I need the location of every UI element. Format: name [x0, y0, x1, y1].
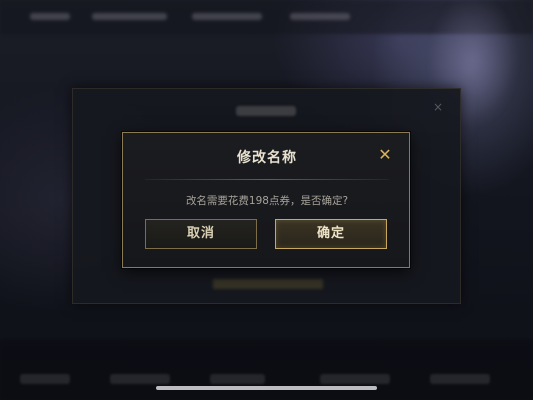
home-indicator[interactable] [156, 386, 377, 390]
dialog-title: 修改名称 [237, 150, 297, 166]
game-screen: × 修改名称 ✕ 改名需要花费198点券，是否确定? 取消 确定 [0, 0, 533, 400]
rename-dialog: 修改名称 ✕ 改名需要花费198点券，是否确定? 取消 确定 [122, 132, 410, 268]
title-divider [145, 179, 389, 180]
dialog-message: 改名需要花费198点券，是否确定? [185, 195, 349, 207]
blurred-bottom-bar [0, 340, 533, 400]
confirm-button[interactable]: 确定 [275, 219, 387, 249]
background-panel-button [213, 279, 323, 289]
close-icon[interactable]: ✕ [375, 145, 395, 165]
cancel-button[interactable]: 取消 [145, 219, 257, 249]
background-panel-title [236, 106, 296, 116]
background-close-icon: × [432, 100, 444, 114]
